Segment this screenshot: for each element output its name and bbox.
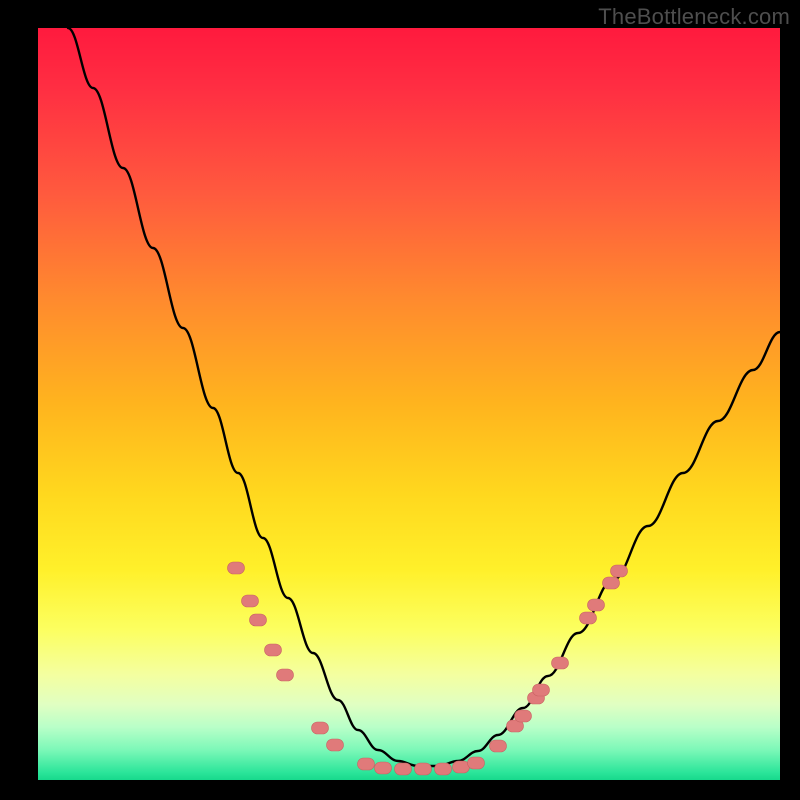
marker-point (552, 657, 569, 669)
marker-point (580, 612, 597, 624)
marker-point (611, 565, 628, 577)
marker-point (468, 757, 485, 769)
highlight-markers (228, 562, 628, 775)
plot-area (38, 28, 780, 780)
bottleneck-curve (68, 28, 780, 766)
marker-point (242, 595, 259, 607)
marker-point (250, 614, 267, 626)
marker-point (358, 758, 375, 770)
chart-frame: TheBottleneck.com (0, 0, 800, 800)
marker-point (435, 763, 452, 775)
marker-point (312, 722, 329, 734)
marker-point (265, 644, 282, 656)
chart-overlay (38, 28, 780, 780)
marker-point (395, 763, 412, 775)
marker-point (415, 763, 432, 775)
marker-point (603, 577, 620, 589)
marker-point (515, 710, 532, 722)
marker-point (375, 762, 392, 774)
marker-point (277, 669, 294, 681)
marker-point (453, 761, 470, 773)
marker-point (490, 740, 507, 752)
marker-point (327, 739, 344, 751)
marker-point (228, 562, 245, 574)
watermark-text: TheBottleneck.com (598, 4, 790, 30)
marker-point (533, 684, 550, 696)
marker-point (588, 599, 605, 611)
